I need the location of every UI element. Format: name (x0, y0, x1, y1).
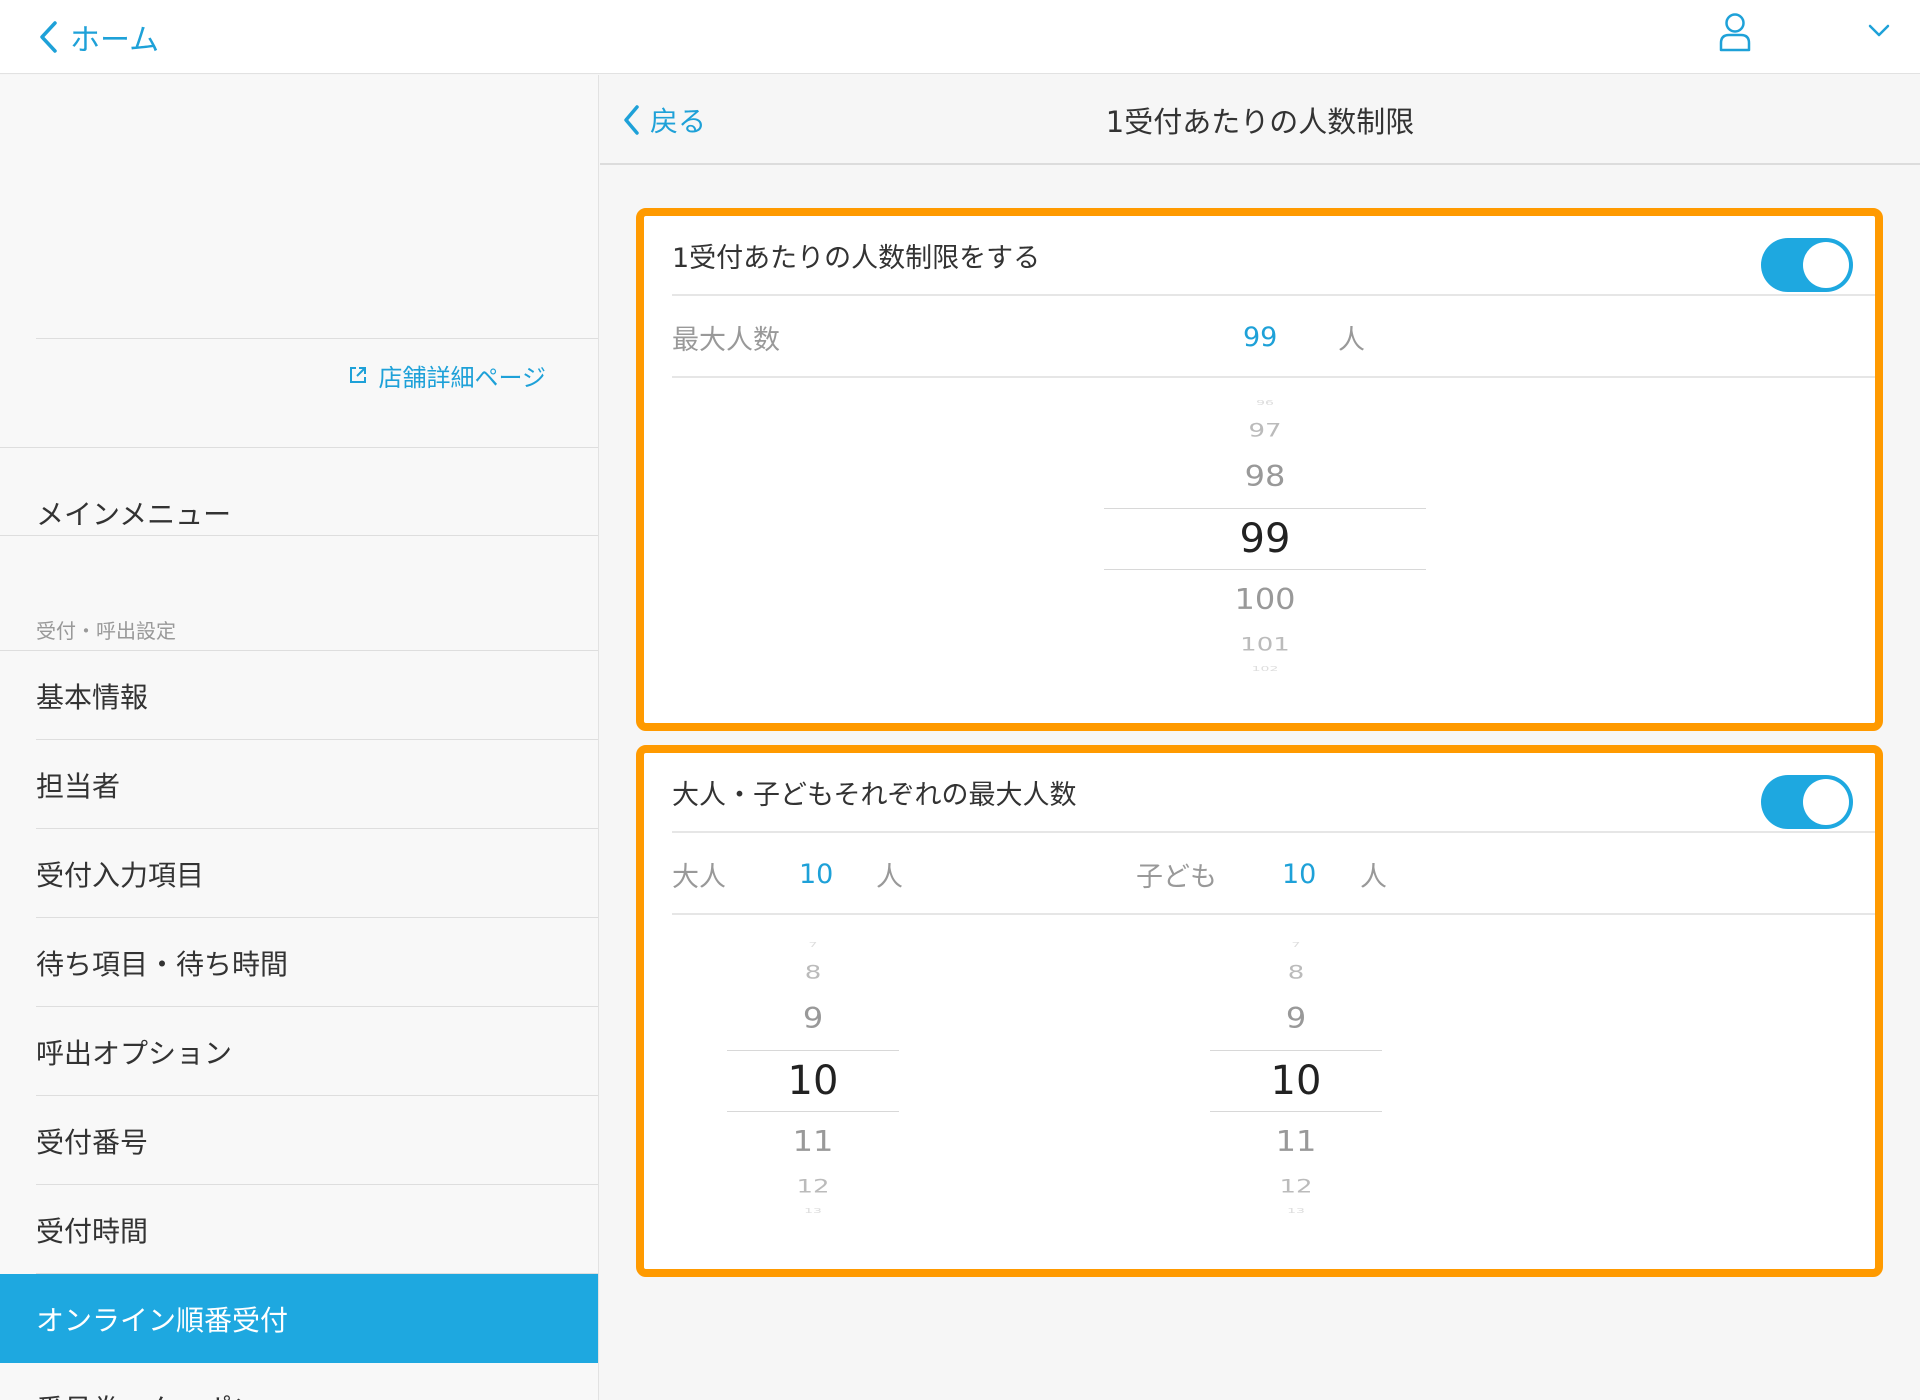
sidebar-item-tickets-coupons[interactable]: 番号券・クーポン (0, 1363, 598, 1400)
content-header: 1受付あたりの人数制限 戻る (600, 75, 1920, 165)
picker-item[interactable]: 7 (727, 942, 899, 949)
picker-item-selected[interactable]: 10 (1210, 1061, 1382, 1101)
sidebar-item-call-options[interactable]: 呼出オプション (0, 1007, 598, 1096)
picker-item[interactable]: 100 (1104, 585, 1426, 614)
chevron-down-icon[interactable] (1866, 18, 1892, 42)
adult-child-values-row: 大人 10 人 子ども 10 人 (672, 835, 1875, 915)
adult-child-card: 大人・子どもそれぞれの最大人数 大人 10 人 子ども 10 人 7 8 9 1… (636, 745, 1883, 1277)
picker-selection-line (1210, 1111, 1382, 1112)
picker-selection-line (727, 1050, 899, 1051)
picker-item[interactable]: 9 (727, 1004, 899, 1033)
picker-item[interactable]: 12 (1210, 1178, 1382, 1196)
picker-item[interactable]: 13 (727, 1208, 899, 1215)
top-bar: ホーム (0, 0, 1920, 74)
user-icon[interactable] (1718, 12, 1752, 52)
child-picker[interactable]: 7 8 9 10 11 12 13 (1210, 933, 1382, 1223)
sidebar-item-wait-settings[interactable]: 待ち項目・待ち時間 (0, 918, 598, 1007)
adult-picker[interactable]: 7 8 9 10 11 12 13 (727, 933, 899, 1223)
sidebar-item-reception-number[interactable]: 受付番号 (0, 1096, 598, 1185)
chevron-left-icon (40, 21, 57, 53)
max-people-unit: 人 (1338, 324, 1365, 356)
adult-child-toggle[interactable] (1761, 775, 1853, 829)
adult-child-toggle-row: 大人・子どもそれぞれの最大人数 (672, 753, 1875, 833)
max-people-value: 99 (1243, 321, 1278, 353)
child-unit: 人 (1360, 861, 1387, 893)
limit-toggle[interactable] (1761, 238, 1853, 292)
sidebar-item-online-queue[interactable]: オンライン順番受付 (0, 1274, 598, 1363)
divider (0, 447, 598, 448)
sidebar-item-input-fields[interactable]: 受付入力項目 (0, 829, 598, 918)
store-detail-label: 店舗詳細ページ (378, 363, 546, 392)
picker-item[interactable]: 97 (1104, 422, 1426, 440)
picker-item[interactable]: 11 (727, 1127, 899, 1156)
limit-toggle-label: 1受付あたりの人数制限をする (672, 242, 1041, 274)
picker-item-selected[interactable]: 99 (1104, 519, 1426, 559)
adult-unit: 人 (876, 861, 903, 893)
picker-item[interactable]: 102 (1104, 666, 1426, 673)
picker-selection-line (727, 1111, 899, 1112)
picker-item[interactable]: 9 (1210, 1004, 1382, 1033)
divider (36, 338, 598, 339)
picker-item[interactable]: 8 (1210, 964, 1382, 982)
picker-item-selected[interactable]: 10 (727, 1061, 899, 1101)
max-people-label: 最大人数 (672, 324, 780, 356)
picker-selection-line (1104, 508, 1426, 509)
child-label: 子ども (1136, 861, 1217, 893)
picker-item[interactable]: 11 (1210, 1127, 1382, 1156)
adult-child-toggle-label: 大人・子どもそれぞれの最大人数 (672, 779, 1077, 811)
picker-item[interactable]: 98 (1104, 462, 1426, 491)
sidebar-item-basic-info[interactable]: 基本情報 (0, 651, 598, 740)
back-button[interactable]: 戻る (622, 93, 706, 147)
adult-value: 10 (799, 858, 834, 890)
adult-label: 大人 (672, 861, 726, 893)
external-link-icon (350, 367, 367, 383)
back-label: 戻る (650, 105, 707, 138)
main-menu-link[interactable]: メインメニュー (36, 470, 231, 556)
divider (0, 535, 598, 536)
sidebar-nav: 基本情報 担当者 受付入力項目 待ち項目・待ち時間 呼出オプション 受付番号 受… (0, 651, 598, 1400)
limit-card: 1受付あたりの人数制限をする 最大人数 99 人 96 97 98 99 100… (636, 208, 1883, 731)
sidebar-item-staff[interactable]: 担当者 (0, 740, 598, 829)
picker-selection-line (1210, 1050, 1382, 1051)
picker-item[interactable]: 13 (1210, 1208, 1382, 1215)
picker-item[interactable]: 7 (1210, 942, 1382, 949)
toggle-knob (1803, 779, 1849, 825)
picker-item[interactable]: 8 (727, 964, 899, 982)
max-people-row: 最大人数 99 人 (672, 298, 1875, 378)
picker-item[interactable]: 101 (1104, 636, 1426, 654)
picker-item[interactable]: 12 (727, 1178, 899, 1196)
section-label: 受付・呼出設定 (36, 619, 176, 643)
sidebar: 店舗詳細ページ メインメニュー 受付・呼出設定 基本情報 担当者 受付入力項目 … (0, 75, 599, 1400)
toggle-knob (1803, 242, 1849, 288)
chevron-left-icon (624, 105, 639, 135)
sidebar-item-reception-hours[interactable]: 受付時間 (0, 1185, 598, 1274)
home-link[interactable]: ホーム (38, 10, 159, 64)
picker-item[interactable]: 96 (1104, 400, 1426, 407)
store-detail-link[interactable]: 店舗詳細ページ (348, 355, 546, 395)
limit-toggle-row: 1受付あたりの人数制限をする (672, 216, 1875, 296)
page-title: 1受付あたりの人数制限 (1105, 105, 1415, 139)
home-label: ホーム (70, 23, 160, 58)
picker-selection-line (1104, 569, 1426, 570)
max-people-picker[interactable]: 96 97 98 99 100 101 102 (1104, 391, 1426, 681)
child-value: 10 (1282, 858, 1317, 890)
